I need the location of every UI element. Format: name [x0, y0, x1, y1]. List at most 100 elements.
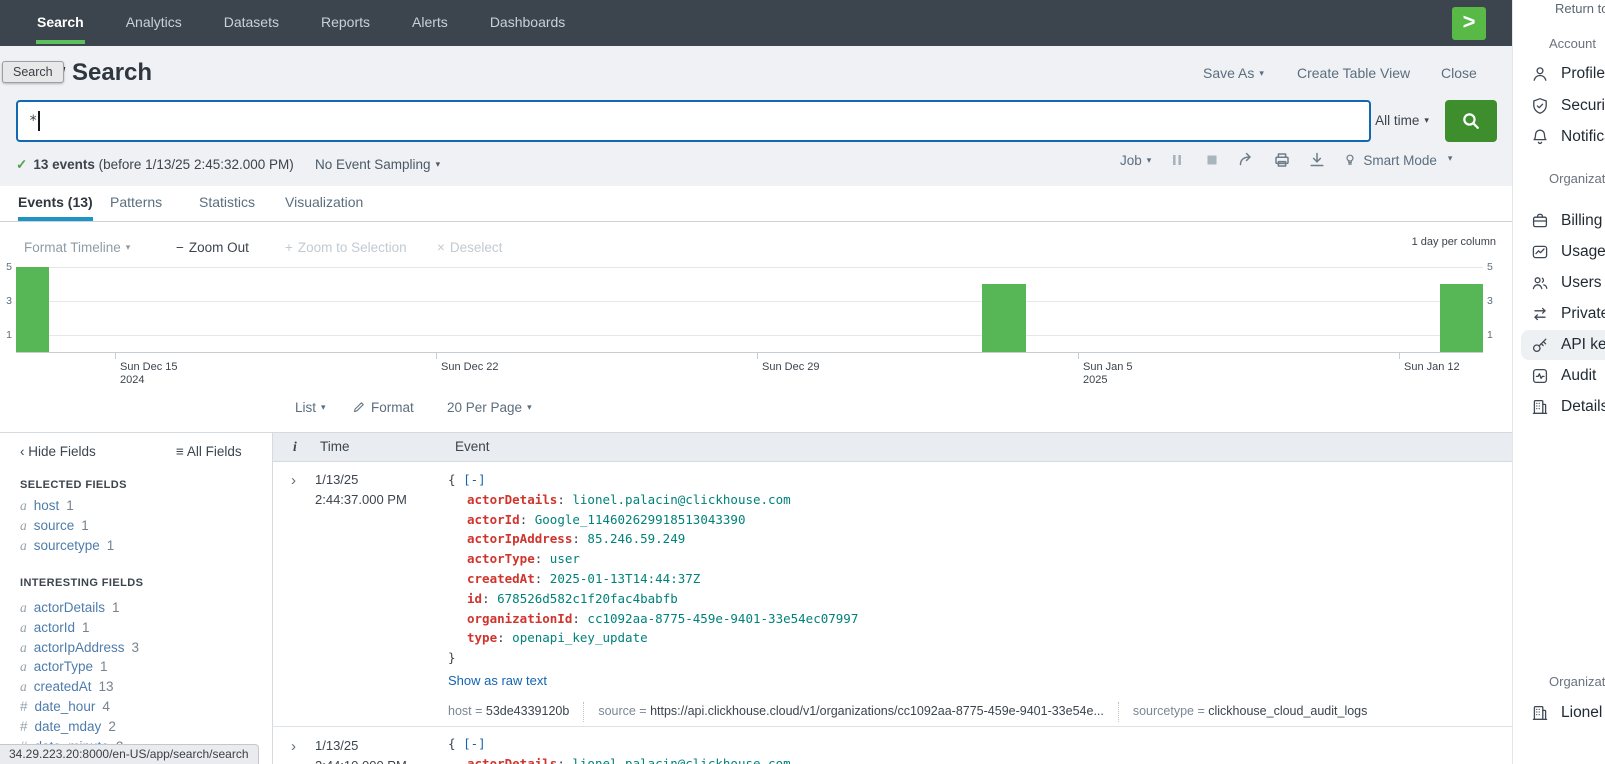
x-axis-label: Sun Dec 152024 — [120, 361, 177, 387]
meta-value: 53de4339120b — [486, 704, 569, 718]
per-page-menu[interactable]: 20 Per Page▾ — [447, 400, 532, 415]
chevron-left-icon: ‹ — [20, 444, 28, 459]
json-value[interactable]: Google_114602629918513043390 — [535, 512, 746, 527]
json-key[interactable]: id — [467, 591, 482, 606]
save-as-button[interactable]: Save As▾ — [1203, 65, 1264, 81]
field-createdAt[interactable]: acreatedAt13 — [20, 679, 114, 697]
json-value[interactable]: cc1092aa-8775-459e-9401-33e54ec07997 — [587, 611, 858, 626]
close-button[interactable]: Close — [1441, 65, 1477, 81]
search-query-input[interactable]: * — [16, 100, 1371, 142]
timeline-bar[interactable] — [982, 284, 1026, 352]
field-actorDetails[interactable]: aactorDetails1 — [20, 600, 120, 618]
zoom-to-selection-button[interactable]: +Zoom to Selection — [285, 240, 407, 255]
field-date_hour[interactable]: #date_hour4 — [20, 699, 110, 717]
smart-mode-menu[interactable]: Smart Mode▾ — [1343, 152, 1452, 168]
json-key[interactable]: actorId — [467, 512, 520, 527]
hide-fields-button[interactable]: ‹ Hide Fields — [20, 444, 96, 459]
zoom-out-button[interactable]: −Zoom Out — [176, 240, 249, 255]
json-key[interactable]: actorType — [467, 551, 535, 566]
menu-item-label: Lionel — [1561, 704, 1602, 722]
print-icon[interactable] — [1273, 151, 1291, 169]
field-source[interactable]: asource1 — [20, 518, 89, 536]
json-value[interactable]: user — [550, 551, 580, 566]
x-axis-label: Sun Jan 52025 — [1083, 361, 1133, 387]
menu-item-users[interactable]: Users — [1521, 268, 1605, 298]
tab-visualization[interactable]: Visualization — [285, 186, 363, 221]
event-json: { [-] actorDetails: lionel.palacin@click… — [448, 734, 791, 764]
field-actorType[interactable]: aactorType1 — [20, 659, 108, 677]
json-value[interactable]: 2025-01-13T14:44:37Z — [550, 571, 701, 586]
field-actorIpAddress[interactable]: aactorIpAddress3 — [20, 640, 139, 658]
y-axis-label: 5 — [1487, 261, 1499, 273]
event-timeline-chart[interactable]: 113355Sun Dec 152024Sun Dec 22Sun Dec 29… — [0, 258, 1512, 384]
tab-patterns[interactable]: Patterns — [110, 186, 162, 221]
event-json-fields: actorDetails: lionel.palacin@clickhouse.… — [448, 490, 1381, 648]
show-raw-text-link[interactable]: Show as raw text — [448, 671, 1381, 691]
timeline-bar[interactable] — [1440, 284, 1483, 352]
meta-sourcetype[interactable]: sourcetype = clickhouse_cloud_audit_logs — [1118, 702, 1382, 722]
run-search-button[interactable] — [1445, 100, 1497, 142]
tab-statistics[interactable]: Statistics — [199, 186, 255, 221]
expand-event-chevron-icon[interactable]: › — [291, 738, 296, 755]
menu-item-lionel[interactable]: Lionel — [1521, 698, 1605, 728]
menu-item-details[interactable]: Details — [1521, 392, 1605, 422]
menu-item-profile[interactable]: Profile — [1521, 59, 1605, 89]
stop-icon[interactable] — [1203, 151, 1221, 169]
timeline-bar[interactable] — [16, 267, 49, 352]
json-key[interactable]: createdAt — [467, 571, 535, 586]
share-icon[interactable] — [1238, 151, 1256, 169]
json-key[interactable]: actorDetails — [467, 756, 557, 764]
json-key[interactable]: type — [467, 630, 497, 645]
json-value[interactable]: openapi_key_update — [512, 630, 647, 645]
json-value[interactable]: 678526d582c1f20fac4babfb — [497, 591, 678, 606]
json-value[interactable]: lionel.palacin@clickhouse.com — [572, 492, 790, 507]
menu-item-audit[interactable]: Audit — [1521, 361, 1605, 391]
field-host[interactable]: ahost1 — [20, 498, 74, 516]
json-collapse-toggle[interactable]: [-] — [463, 736, 486, 751]
pause-icon[interactable] — [1168, 151, 1186, 169]
json-key[interactable]: actorDetails — [467, 492, 557, 507]
expand-event-chevron-icon[interactable]: › — [291, 472, 296, 489]
meta-host[interactable]: host = 53de4339120b — [448, 702, 583, 722]
meta-source[interactable]: source = https://api.clickhouse.cloud/v1… — [583, 702, 1118, 722]
column-header-time: Time — [320, 439, 350, 454]
gridline — [16, 335, 1483, 336]
json-value[interactable]: lionel.palacin@clickhouse.com — [572, 756, 790, 764]
event-sampling-menu[interactable]: No Event Sampling▾ — [315, 157, 440, 172]
field-date_mday[interactable]: #date_mday2 — [20, 719, 116, 737]
menu-item-notifications[interactable]: Notifications — [1521, 122, 1605, 152]
nav-item-alerts[interactable]: Alerts — [391, 0, 469, 44]
field-count: 2 — [108, 719, 116, 734]
format-results-button[interactable]: Format — [352, 400, 414, 415]
json-field-line: actorId: Google_114602629918513043390 — [448, 510, 1381, 530]
list-view-menu[interactable]: List▾ — [295, 400, 326, 415]
json-key[interactable]: organizationId — [467, 611, 572, 626]
nav-item-dashboards[interactable]: Dashboards — [469, 0, 587, 44]
create-table-view-button[interactable]: Create Table View — [1297, 65, 1410, 81]
menu-item-api-keys[interactable]: API keys — [1521, 330, 1605, 360]
menu-item-billing[interactable]: Billing — [1521, 206, 1605, 236]
nav-item-reports[interactable]: Reports — [300, 0, 391, 44]
splunk-logo[interactable]: > — [1452, 7, 1486, 40]
return-link[interactable]: Return to — [1555, 1, 1605, 16]
json-collapse-toggle[interactable]: [-] — [463, 472, 486, 487]
json-key[interactable]: actorIpAddress — [467, 531, 572, 546]
all-fields-button[interactable]: ≡ All Fields — [176, 444, 242, 459]
menu-item-private[interactable]: Private — [1521, 299, 1605, 329]
event-count: 13 events — [33, 157, 95, 172]
field-sourcetype[interactable]: asourcetype1 — [20, 538, 114, 556]
menu-item-security[interactable]: Security — [1521, 91, 1605, 121]
format-timeline-menu[interactable]: Format Timeline▾ — [24, 240, 130, 255]
job-menu[interactable]: Job▾ — [1120, 153, 1151, 168]
export-download-icon[interactable] — [1308, 151, 1326, 169]
deselect-button[interactable]: ×Deselect — [437, 240, 502, 255]
field-actorId[interactable]: aactorId1 — [20, 620, 90, 638]
menu-item-usage[interactable]: Usage — [1521, 237, 1605, 267]
nav-item-datasets[interactable]: Datasets — [203, 0, 300, 44]
nav-item-search[interactable]: Search — [16, 0, 105, 44]
x-axis-tick — [757, 352, 758, 359]
tab-events[interactable]: Events (13) — [18, 186, 93, 221]
json-value[interactable]: 85.246.59.249 — [587, 531, 685, 546]
time-range-picker[interactable]: All time▾ — [1360, 100, 1444, 142]
nav-item-analytics[interactable]: Analytics — [105, 0, 203, 44]
